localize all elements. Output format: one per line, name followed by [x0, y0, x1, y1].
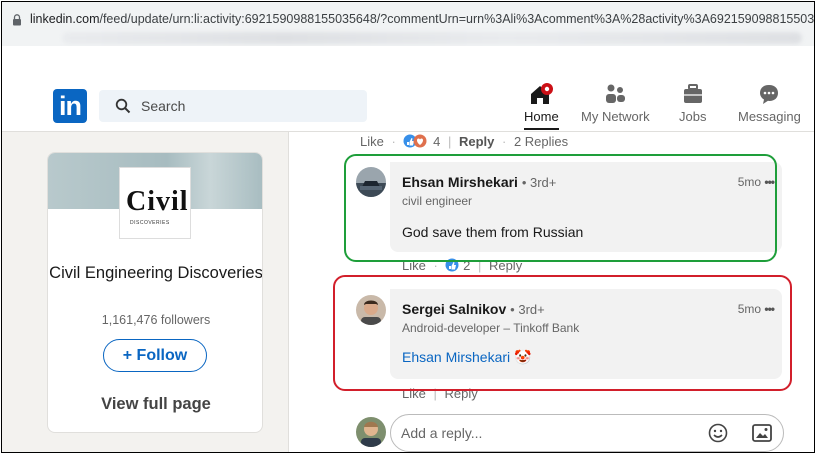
- network-icon: [606, 84, 626, 103]
- parent-comment-actions: Like · 4 | Reply · 2 Replies: [360, 134, 569, 149]
- highlight-box-green: [344, 154, 777, 262]
- image-upload-icon[interactable]: [752, 424, 772, 442]
- reaction-count[interactable]: 4: [433, 134, 440, 149]
- search-input[interactable]: Search: [141, 98, 185, 114]
- follow-button[interactable]: + Follow: [103, 339, 207, 372]
- blurred-bookmarks: [62, 32, 802, 44]
- lock-icon: [13, 14, 21, 26]
- linkedin-logo-icon[interactable]: in: [53, 89, 87, 123]
- nav-notifications-partial[interactable]: N: [807, 82, 814, 124]
- nav-jobs[interactable]: Jobs: [679, 82, 706, 124]
- reply-input[interactable]: Add a reply...: [390, 414, 784, 452]
- highlight-box-red: [333, 275, 792, 391]
- avatar-photo-icon: [356, 417, 386, 447]
- briefcase-icon: [683, 84, 702, 103]
- like-button[interactable]: Like: [360, 134, 384, 149]
- browser-address-bar[interactable]: linkedin.com/feed/update/urn:li:activity…: [2, 2, 814, 46]
- reply-button[interactable]: Reply: [459, 134, 494, 149]
- search-icon: [115, 98, 131, 114]
- avatar[interactable]: [356, 417, 386, 447]
- replies-count[interactable]: 2 Replies: [514, 134, 568, 149]
- like-heart-reaction-icon: [403, 134, 427, 148]
- messaging-icon: [760, 85, 779, 104]
- company-followers: 1,161,476 followers: [101, 313, 211, 327]
- reply-placeholder: Add a reply...: [401, 425, 483, 441]
- screenshot-frame: linkedin.com/feed/update/urn:li:activity…: [1, 1, 815, 453]
- company-card: Civil DISCOVERIES Civil Engineering Disc…: [47, 152, 263, 433]
- company-logo-text: Civil: [126, 186, 189, 217]
- nav-my-network[interactable]: My Network: [581, 82, 650, 124]
- company-logo[interactable]: Civil DISCOVERIES: [119, 167, 191, 239]
- company-name[interactable]: Civil Engineering Discoveries: [48, 261, 262, 286]
- company-logo-subtext: DISCOVERIES: [130, 220, 170, 226]
- home-icon: [531, 83, 554, 104]
- nav-home[interactable]: Home: [524, 82, 559, 130]
- blurred-strip: [2, 46, 814, 80]
- search-box[interactable]: Search: [99, 90, 367, 122]
- nav-messaging[interactable]: Messaging: [738, 82, 801, 124]
- url-text[interactable]: linkedin.com/feed/update/urn:li:activity…: [30, 12, 814, 26]
- reactions-icon[interactable]: [403, 134, 429, 148]
- view-full-page-link[interactable]: View full page: [48, 395, 262, 414]
- emoji-icon[interactable]: [708, 423, 728, 443]
